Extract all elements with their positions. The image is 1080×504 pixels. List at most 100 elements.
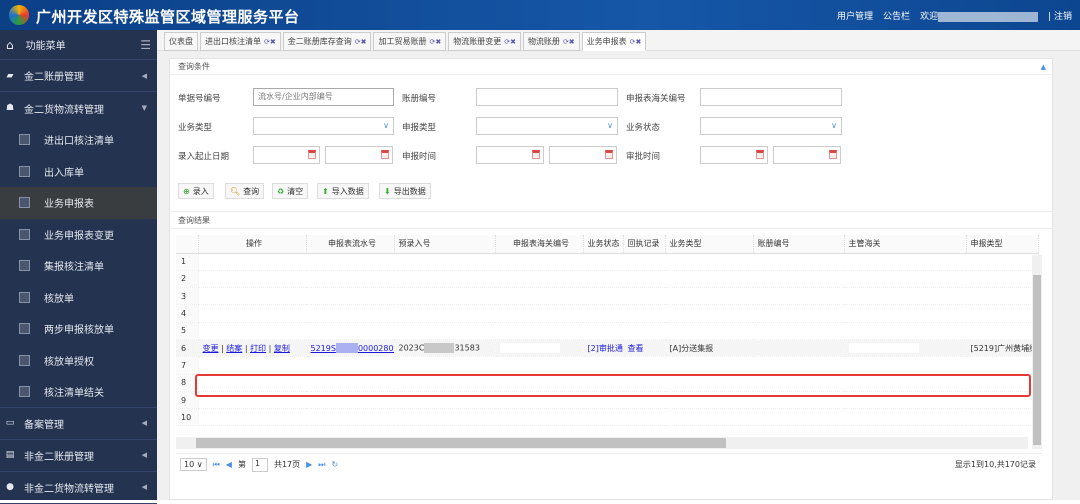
entry-date-end[interactable] [325,146,393,164]
table-row[interactable]: 7 [176,356,1039,375]
tab-active[interactable]: 业务申报表 ⟳✖ [581,32,647,51]
close-case-link[interactable]: 结案 [226,344,242,353]
last-page-icon[interactable]: ⏭ [318,460,325,470]
table-row[interactable]: 3 [176,287,1039,306]
collapse-icon[interactable]: ▲ [1041,59,1046,75]
change-link[interactable]: 变更 [203,344,219,353]
btn-label: 导出数据 [393,186,426,196]
calendar-icon[interactable] [381,150,389,159]
approve-time-end[interactable] [773,146,841,164]
table-row[interactable]: 8 [176,374,1039,392]
refresh-icon[interactable]: ↻ [332,460,339,469]
close-icon[interactable]: ⟳✖ [429,38,441,46]
export-button[interactable]: ⬇ 导出数据 [379,183,431,199]
col-header[interactable]: 回执记录 [623,235,666,254]
col-header: 操作 [198,235,307,254]
close-icon[interactable]: ⟳✖ [630,38,642,46]
table-row-highlighted[interactable]: 6 变更 | 结案 | 打印 | 复制 5219S00002802 2023C3… [176,339,1039,358]
arrow-up-icon: ⬆ [322,186,329,196]
col-header[interactable]: 申报类型 [966,235,1039,254]
hamburger-icon[interactable]: ☰ [140,38,151,52]
vertical-scrollbar[interactable] [1032,255,1042,449]
first-page-icon[interactable]: ⏮ [213,460,220,470]
sidebar-group-non-jin2-account[interactable]: ▤ 非金二账册管理 ◀ [0,440,157,472]
tab[interactable]: 物流账册变更 ⟳✖ [448,32,521,51]
tab[interactable]: 金二账册库存查询 ⟳✖ [282,32,372,51]
sidebar-item[interactable]: 集报核注清单 [0,250,157,282]
sidebar-group-non-jin2-flow[interactable]: ● 非金二货物流转管理 ◀ [0,472,157,504]
clear-button[interactable]: ♻ 清空 [272,183,309,199]
user-management-link[interactable]: 用户管理 [837,9,873,22]
col-header[interactable]: 业务类型 [665,235,754,254]
table-row[interactable]: 1 [176,253,1039,271]
col-header[interactable]: 业务状态 [583,235,624,254]
table-row[interactable]: 4 [176,304,1039,323]
decl-time-start[interactable] [476,146,544,164]
decl-type-select[interactable]: ∨ [476,117,618,135]
calendar-icon[interactable] [532,150,540,159]
search-button[interactable]: 🔍︎ 查询 [225,183,265,199]
scroll-thumb[interactable] [196,438,726,448]
close-icon[interactable]: ⟳✖ [504,38,516,46]
calendar-icon[interactable] [829,150,837,159]
calendar-icon[interactable] [756,150,764,159]
table-row[interactable]: 5 [176,322,1039,340]
entry-date-start[interactable] [253,146,320,164]
col-header[interactable]: 申报表海关编号 [495,235,584,254]
approve-time-start[interactable] [700,146,768,164]
page-input[interactable]: 1 [251,457,268,472]
scroll-thumb[interactable] [1033,275,1041,445]
notice-link[interactable]: 公告栏 [883,9,910,22]
next-page-icon[interactable]: ▶ [306,460,312,469]
list-icon [19,291,30,303]
list-icon [19,165,30,177]
tab[interactable]: 物流账册 ⟳✖ [522,32,580,51]
sidebar-item[interactable]: 核注清单结关 [0,376,157,408]
print-link[interactable]: 打印 [250,344,266,353]
view-receipt-link[interactable]: 查看 [623,339,666,358]
table-row[interactable]: 2 [176,270,1039,289]
table-row[interactable]: 9 [176,391,1039,410]
col-header[interactable]: 预录入号 [394,235,496,254]
close-icon[interactable]: ⟳✖ [563,38,575,46]
tab-dashboard[interactable]: 仪表盘 [164,32,198,51]
tab[interactable]: 加工贸易账册 ⟳✖ [373,32,447,51]
col-header[interactable]: 主管海关 [844,235,967,254]
customs-no-input[interactable] [700,88,842,106]
biz-status-select[interactable]: ∨ [700,117,842,135]
horizontal-scrollbar[interactable] [176,437,1028,449]
account-no-input[interactable] [476,88,618,106]
globe-icon: ● [6,482,14,492]
sidebar-item[interactable]: 核放单授权 [0,345,157,377]
close-icon[interactable]: ⟳✖ [355,38,367,46]
status-cell[interactable]: [2]审批通过 [583,339,624,358]
decl-time-end[interactable] [549,146,617,164]
sidebar-group-jin2-account[interactable]: ▰ 金二账册管理 ◀ [0,60,157,92]
col-header[interactable]: 账册编号 [753,235,845,254]
biz-type-select[interactable]: ∨ [253,117,394,135]
sidebar-item-active[interactable]: 业务申报表 [0,187,157,219]
row-number: 5 [176,322,199,340]
col-header[interactable]: 申报表流水号 [306,235,395,254]
page-size-select[interactable]: 10 ∨ [180,458,207,471]
tab[interactable]: 进出口核注清单 ⟳✖ [200,32,281,51]
sidebar-item[interactable]: 两步申报核放单 [0,313,157,345]
doc-no-input[interactable]: 流水号/企业内部编号 [253,88,394,106]
sidebar-group-filing[interactable]: ▭ 备案管理 ◀ [0,408,157,440]
add-button[interactable]: ⊕ 录入 [178,183,214,199]
serial-no-link[interactable]: 5219S 00002802 [311,343,393,354]
sidebar-item[interactable]: 业务申报表变更 [0,219,157,251]
table-row[interactable]: 10 [176,408,1039,427]
row-number: 6 [176,339,199,358]
sidebar-item[interactable]: 出入库单 [0,156,157,188]
logout-link[interactable]: 注销 [1054,12,1072,22]
copy-link[interactable]: 复制 [274,344,290,353]
sidebar-group-jin2-flow[interactable]: ☗ 金二货物流转管理 ▼ [0,92,157,124]
import-button[interactable]: ⬆ 导入数据 [317,183,369,199]
calendar-icon[interactable] [308,150,316,159]
sidebar-item[interactable]: 进出口核注清单 [0,124,157,156]
close-icon[interactable]: ⟳✖ [264,38,276,46]
calendar-icon[interactable] [605,150,613,159]
prev-page-icon[interactable]: ◀ [226,460,232,469]
sidebar-item[interactable]: 核放单 [0,282,157,314]
